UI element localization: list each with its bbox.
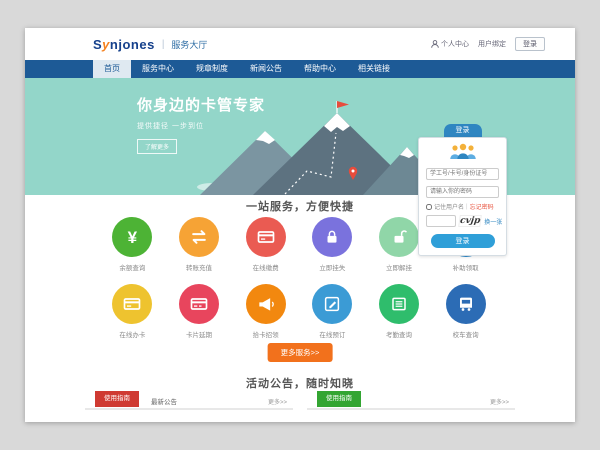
captcha-image[interactable]: cvjp bbox=[458, 215, 482, 227]
login-tab[interactable]: 登录 bbox=[444, 124, 482, 137]
logo-divider: | bbox=[162, 39, 165, 50]
attendance-list-icon bbox=[379, 284, 419, 324]
card-renewal-icon bbox=[179, 284, 219, 324]
bus-icon bbox=[446, 284, 486, 324]
service-report-loss[interactable]: 立即挂失 bbox=[299, 217, 366, 272]
tab-usage-guide-left[interactable]: 使用指南 bbox=[95, 391, 139, 407]
service-label: 立即解挂 bbox=[366, 262, 433, 272]
user-bind-link[interactable]: 用户绑定 bbox=[478, 39, 506, 49]
change-captcha-link[interactable]: 换一张 bbox=[484, 217, 502, 226]
remember-checkbox[interactable] bbox=[426, 204, 432, 210]
service-label: 补助领取 bbox=[432, 262, 499, 272]
payment-card-icon bbox=[246, 217, 286, 257]
balance-yen-icon: ¥ bbox=[112, 217, 152, 257]
service-attendance[interactable]: 考勤查询 bbox=[366, 284, 433, 339]
more-services-button[interactable]: 更多服务>> bbox=[268, 343, 333, 362]
hero-subtitle: 提供捷径 一步到位 bbox=[137, 121, 265, 131]
nav-item-links[interactable]: 相关链接 bbox=[347, 60, 401, 78]
service-label: 转账充值 bbox=[166, 262, 233, 272]
remember-row: 记住用户名 | 忘记密码 bbox=[426, 202, 499, 211]
header: Synjones | 服务大厅 个人中心 用户绑定 登录 bbox=[25, 28, 575, 60]
transfer-arrows-icon bbox=[179, 217, 219, 257]
logo-accent: y bbox=[102, 37, 110, 52]
remember-label: 记住用户名 bbox=[434, 202, 464, 211]
tab-latest-news[interactable]: 最新公告 bbox=[151, 396, 177, 406]
personal-center-label: 个人中心 bbox=[441, 39, 469, 49]
service-label: 余额查询 bbox=[99, 262, 166, 272]
announcement-panel-right: 使用指南 更多>> bbox=[307, 394, 515, 410]
hero-cta-button[interactable]: 了解更多 bbox=[137, 139, 177, 154]
login-form: 记住用户名 | 忘记密码 cvjp 换一张 登录 bbox=[418, 137, 507, 256]
nav-item-home[interactable]: 首页 bbox=[93, 60, 131, 78]
nav-item-service-center[interactable]: 服务中心 bbox=[131, 60, 185, 78]
service-label: 在线预订 bbox=[299, 329, 366, 339]
logo-text: njones bbox=[110, 37, 155, 52]
unlock-icon bbox=[379, 217, 419, 257]
hero-title: 你身边的卡管专家 bbox=[137, 94, 265, 115]
main-nav: 首页 服务中心 规章制度 新闻公告 帮助中心 相关链接 bbox=[25, 60, 575, 78]
account-input[interactable] bbox=[426, 168, 499, 180]
announcements-title: 活动公告，随时知晓 bbox=[25, 375, 575, 391]
nav-item-news[interactable]: 新闻公告 bbox=[239, 60, 293, 78]
product-name: 服务大厅 bbox=[171, 38, 207, 51]
personal-center-link[interactable]: 个人中心 bbox=[431, 39, 469, 49]
service-label: 拾卡招领 bbox=[232, 329, 299, 339]
password-input[interactable] bbox=[426, 186, 499, 198]
apply-card-icon bbox=[112, 284, 152, 324]
logo[interactable]: Synjones bbox=[93, 37, 155, 52]
service-online-booking[interactable]: 在线预订 bbox=[299, 284, 366, 339]
user-icon bbox=[431, 40, 439, 48]
header-links: 个人中心 用户绑定 登录 bbox=[431, 37, 545, 51]
user-group-icon bbox=[448, 143, 478, 160]
service-balance[interactable]: ¥ 余额查询 bbox=[99, 217, 166, 272]
hero-banner: 你身边的卡管专家 提供捷径 一步到位 了解更多 登录 bbox=[25, 78, 575, 195]
captcha-row: cvjp 换一张 bbox=[426, 215, 499, 227]
login-submit-button[interactable]: 登录 bbox=[431, 234, 495, 248]
service-label: 在线缴费 bbox=[232, 262, 299, 272]
lock-icon bbox=[312, 217, 352, 257]
service-payment[interactable]: 在线缴费 bbox=[232, 217, 299, 272]
announcement-panels: 使用指南 最新公告 更多>> 使用指南 更多>> bbox=[85, 394, 515, 410]
nav-item-help[interactable]: 帮助中心 bbox=[293, 60, 347, 78]
more-link-left[interactable]: 更多>> bbox=[268, 397, 287, 406]
announcement-panel-left: 使用指南 最新公告 更多>> bbox=[85, 394, 293, 410]
login-panel: 登录 记住用户名 | 忘记密码 cvjp 换一张 bbox=[418, 124, 507, 256]
megaphone-icon bbox=[246, 284, 286, 324]
service-label: 立即挂失 bbox=[299, 262, 366, 272]
more-link-right[interactable]: 更多>> bbox=[490, 397, 509, 406]
service-apply-card[interactable]: 在线办卡 bbox=[99, 284, 166, 339]
service-label: 校车查询 bbox=[432, 329, 499, 339]
service-label: 在线办卡 bbox=[99, 329, 166, 339]
service-card-renewal[interactable]: 卡片延期 bbox=[166, 284, 233, 339]
hero-text: 你身边的卡管专家 提供捷径 一步到位 了解更多 bbox=[137, 94, 265, 154]
service-label: 考勤查询 bbox=[366, 329, 433, 339]
user-bind-label: 用户绑定 bbox=[478, 39, 506, 49]
logo-text: S bbox=[93, 37, 102, 52]
header-login-button[interactable]: 登录 bbox=[515, 37, 545, 51]
service-label: 卡片延期 bbox=[166, 329, 233, 339]
service-school-bus[interactable]: 校车查询 bbox=[432, 284, 499, 339]
tab-usage-guide-right[interactable]: 使用指南 bbox=[317, 391, 361, 407]
service-lost-found[interactable]: 拾卡招领 bbox=[232, 284, 299, 339]
separator: | bbox=[466, 204, 468, 210]
forgot-password-link[interactable]: 忘记密码 bbox=[470, 202, 494, 211]
nav-item-rules[interactable]: 规章制度 bbox=[185, 60, 239, 78]
service-transfer[interactable]: 转账充值 bbox=[166, 217, 233, 272]
captcha-input[interactable] bbox=[426, 215, 456, 227]
edit-pencil-icon bbox=[312, 284, 352, 324]
page: Synjones | 服务大厅 个人中心 用户绑定 登录 首页 服务中心 规章制… bbox=[25, 28, 575, 422]
